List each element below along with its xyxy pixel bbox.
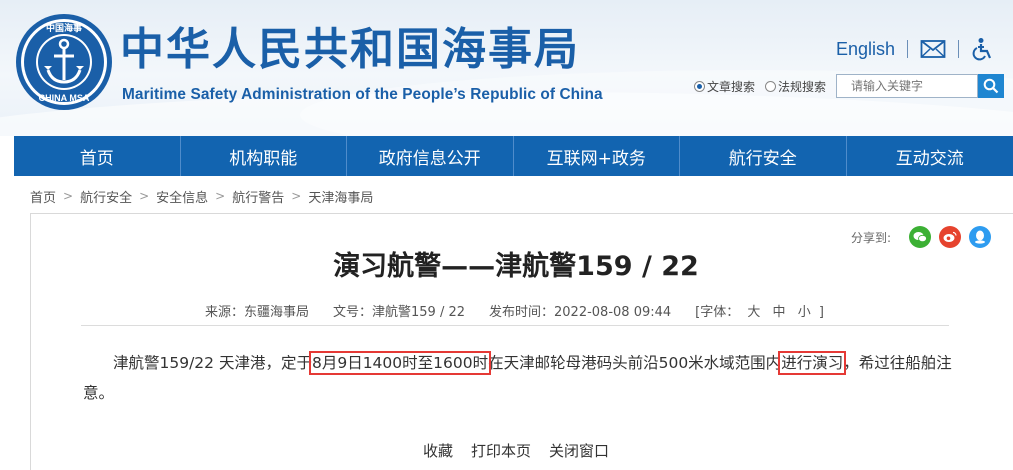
nav-item-navigation-safety[interactable]: 航行安全 <box>680 136 847 176</box>
chevron-right-icon: > <box>63 189 74 203</box>
nav-item-functions[interactable]: 机构职能 <box>181 136 347 176</box>
article-container: 分享到: 演习航警——津航警159 / 22 来源：东疆海事局 文号：津航警15… <box>30 213 1013 470</box>
search-bar: 文章搜索 法规搜索 <box>694 74 1005 98</box>
svg-text:CHINA MSA: CHINA MSA <box>39 93 90 103</box>
article-title: 演习航警——津航警159 / 22 <box>333 251 699 282</box>
highlight-time: 8月9日1400时至1600时 <box>308 351 492 375</box>
radio-icon <box>765 80 777 92</box>
meta-publish-time: 发布时间：2022-08-08 09:44 <box>489 305 672 320</box>
print-button[interactable]: 打印本页 <box>471 440 531 461</box>
divider <box>958 40 960 58</box>
highlight-action: 进行演习 <box>778 351 847 375</box>
nav-item-internet-services[interactable]: 互联网+政务 <box>514 136 680 176</box>
close-window-button[interactable]: 关闭窗口 <box>549 440 609 461</box>
search-option-regulations[interactable]: 法规搜索 <box>765 78 826 95</box>
meta-source: 来源：东疆海事局 <box>205 305 310 320</box>
font-size-small[interactable]: 小 <box>798 305 811 320</box>
search-button[interactable] <box>978 74 1005 98</box>
english-link[interactable]: English <box>836 39 895 60</box>
search-icon <box>983 78 999 94</box>
share-label: 分享到: <box>851 230 892 245</box>
breadcrumb-link[interactable]: 天津海事局 <box>308 187 373 206</box>
search-option-articles[interactable]: 文章搜索 <box>694 78 755 95</box>
divider <box>81 325 949 326</box>
nav-item-home[interactable]: 首页 <box>14 136 181 176</box>
meta-doc-number: 文号：津航警159 / 22 <box>333 305 466 320</box>
main-nav: 首页 机构职能 政府信息公开 互联网+政务 航行安全 互动交流 <box>14 136 1013 176</box>
article-paragraph: 津航警159/22 天津港，定于8月9日1400时至1600时在天津邮轮母港码头… <box>83 351 952 402</box>
search-input[interactable] <box>836 74 979 98</box>
breadcrumb-link[interactable]: 安全信息 <box>156 187 208 206</box>
divider <box>907 40 909 58</box>
breadcrumb-link[interactable]: 航行警告 <box>232 187 284 206</box>
font-size-large[interactable]: 大 <box>747 305 760 320</box>
article-actions: 收藏 打印本页 关闭窗口 <box>31 440 1001 461</box>
site-title: 中华人民共和国海事局 <box>120 24 580 75</box>
chevron-right-icon: > <box>215 189 226 203</box>
top-links: English <box>836 36 993 62</box>
article-meta: 来源：东疆海事局 文号：津航警159 / 22 发布时间：2022-08-08 … <box>205 301 848 320</box>
breadcrumb-link[interactable]: 首页 <box>30 187 56 206</box>
nav-item-gov-info[interactable]: 政府信息公开 <box>347 136 514 176</box>
nav-item-interaction[interactable]: 互动交流 <box>847 136 1013 176</box>
site-header: 中国海事 CHINA MSA 中华人民共和国海事局 Maritime Safet… <box>0 0 1013 136</box>
font-size-control: [字体： 大 中 小 ] <box>695 305 824 320</box>
breadcrumb: 首页 > 航行安全 > 安全信息 > 航行警告 > 天津海事局 <box>30 186 373 206</box>
chevron-right-icon: > <box>139 189 150 203</box>
favorite-button[interactable]: 收藏 <box>423 440 453 461</box>
breadcrumb-link[interactable]: 航行安全 <box>80 187 132 206</box>
svg-text:中国海事: 中国海事 <box>46 22 82 34</box>
mail-icon[interactable] <box>920 39 946 59</box>
article-body: 津航警159/22 天津港，定于8月9日1400时至1600时在天津邮轮母港码头… <box>83 348 953 408</box>
chevron-right-icon: > <box>291 189 302 203</box>
font-size-medium[interactable]: 中 <box>773 305 786 320</box>
msa-logo[interactable]: 中国海事 CHINA MSA <box>14 12 114 112</box>
radio-icon <box>694 80 705 92</box>
accessibility-icon[interactable] <box>971 37 993 61</box>
site-subtitle: Maritime Safety Administration of the Pe… <box>122 86 603 103</box>
